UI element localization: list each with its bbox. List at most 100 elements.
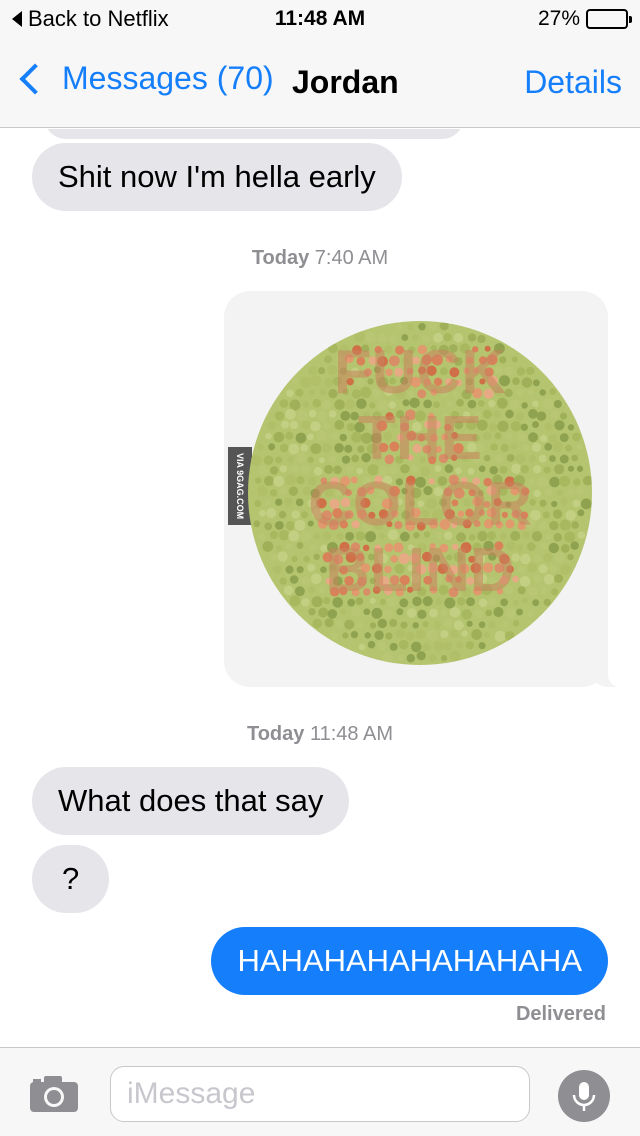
back-triangle-icon [12, 11, 22, 27]
plate-dot [551, 588, 559, 596]
plate-dot [406, 631, 415, 641]
plate-dot [344, 444, 353, 453]
plate-dot [549, 520, 559, 531]
plate-dot [351, 606, 362, 617]
plate-dot [396, 323, 403, 331]
plate-dot [285, 543, 293, 550]
message-text: What does that say [58, 783, 324, 818]
plate-dot [517, 432, 527, 442]
plate-dot [321, 442, 332, 453]
plate-dot [440, 630, 449, 639]
message-image-sent[interactable]: VIA 9GAG.COM FUCK THE COLOR BLIND [224, 291, 624, 687]
plate-dot [295, 498, 304, 507]
plate-dot [428, 653, 437, 662]
plate-dot [318, 586, 326, 594]
message-received[interactable]: What does that say [32, 767, 350, 835]
plate-dot [488, 621, 496, 629]
input-placeholder: iMessage [127, 1077, 256, 1110]
plate-dot [279, 577, 287, 585]
delivery-status: Delivered [515, 1003, 606, 1025]
plate-dot [532, 421, 539, 428]
message-received[interactable]: ? [15, 845, 110, 913]
plate-dot [398, 639, 409, 650]
plate-dot [531, 442, 542, 453]
plate-dot [288, 530, 300, 542]
plate-dot [517, 565, 527, 574]
plate-dot [310, 421, 321, 432]
plate-dot [284, 497, 293, 507]
plate-dot [577, 509, 585, 517]
chevron-left-icon [19, 62, 51, 95]
plate-dot [538, 454, 547, 463]
plate-dot [269, 530, 279, 540]
plate-dot [415, 629, 426, 640]
message-received[interactable]: Shit now I'm hella early [16, 143, 402, 211]
plate-dot [577, 531, 586, 539]
plate-dot [266, 507, 277, 519]
plate-dot [334, 419, 345, 430]
plate-dot [493, 606, 504, 618]
plate-dot [549, 476, 560, 488]
plate-dot [400, 621, 408, 629]
plate-dot [308, 586, 316, 594]
plate-dot [576, 443, 584, 451]
timestamp: Today 11:48 AM [0, 723, 640, 746]
plate-dot [301, 598, 310, 607]
plate-dot [416, 651, 426, 661]
plate-dot [291, 510, 300, 519]
messages-back-button[interactable]: Messages (70) [16, 60, 274, 97]
plate-dot [461, 630, 468, 637]
details-button[interactable]: Details [524, 64, 622, 101]
plate-dot [273, 475, 285, 487]
message-sent[interactable]: HAHAHAHAHAHAHAHA [211, 927, 624, 995]
plate-dot [411, 641, 422, 653]
plate-dot [542, 398, 554, 410]
plate-dot [310, 573, 322, 585]
plate-dot [548, 434, 558, 443]
plate-dot [529, 455, 537, 463]
plate-dot [465, 641, 474, 650]
plate-dot [285, 474, 297, 486]
plate-dot [567, 553, 574, 561]
plate-dot [317, 367, 326, 375]
plate-dot [342, 632, 349, 639]
conversation-thread[interactable]: Shit now I'm hella early Today 7:40 AM V… [0, 129, 640, 1047]
plate-dot [310, 375, 321, 386]
plate-dot [341, 455, 351, 464]
plate-dot [526, 542, 536, 551]
conversation-title: Jordan [292, 64, 399, 100]
plate-dot [308, 608, 316, 616]
plate-dot [288, 486, 299, 496]
plate-dot [286, 389, 294, 398]
plate-dot [549, 455, 556, 462]
plate-dot [285, 521, 296, 531]
microphone-button[interactable] [558, 1070, 610, 1122]
plate-dot [520, 553, 531, 565]
plate-text-line: THE [358, 404, 482, 473]
plate-dot [509, 399, 520, 410]
plate-dot [422, 621, 429, 628]
plate-dot [565, 444, 573, 452]
plate-dot [279, 465, 288, 473]
plate-dot [426, 629, 438, 641]
camera-button[interactable] [28, 1074, 80, 1114]
plate-dot [313, 553, 320, 561]
plate-dot [412, 622, 419, 629]
plate-dot [312, 618, 323, 629]
plate-dot [539, 542, 549, 551]
plate-dot [363, 608, 371, 616]
plate-dot [289, 399, 301, 411]
plate-dot [512, 377, 520, 385]
plate-dot [532, 379, 540, 387]
plate-dot [553, 399, 562, 409]
plate-dot [521, 402, 528, 409]
plate-dot [516, 608, 523, 616]
plate-dot [407, 323, 414, 331]
plate-dot [572, 499, 581, 508]
message-text: Shit now I'm hella early [58, 159, 376, 194]
plate-dot [540, 434, 548, 443]
timestamp-day: Today [246, 723, 305, 745]
plate-dot [377, 641, 387, 651]
imessage-input[interactable]: iMessage [110, 1066, 530, 1122]
back-to-app-link[interactable]: Back to Netflix [12, 6, 169, 32]
